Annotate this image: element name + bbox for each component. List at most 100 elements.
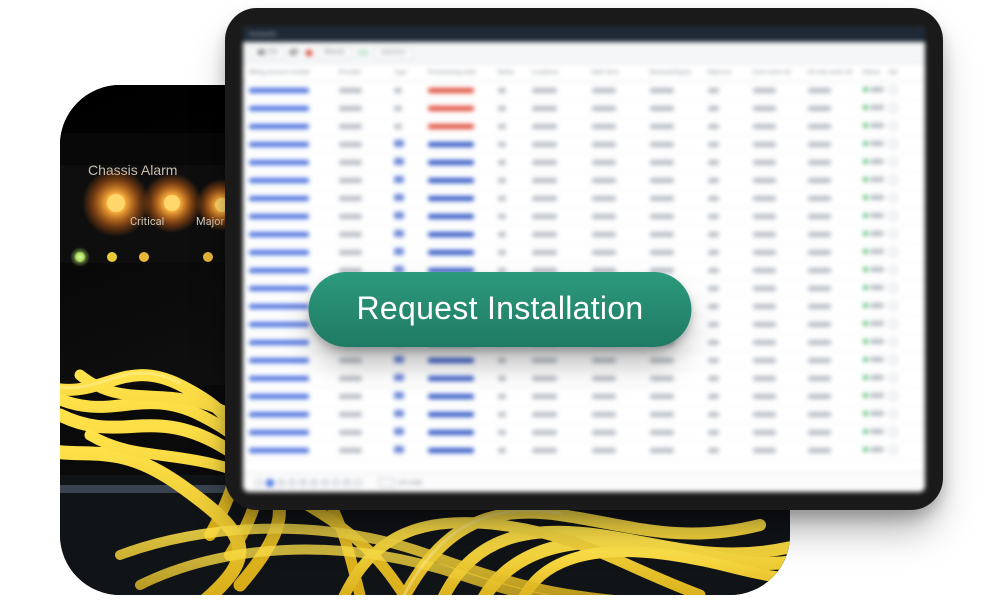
tag-icon: [394, 356, 404, 363]
table-row[interactable]: [243, 154, 925, 172]
tag-icon: [394, 410, 404, 417]
col-header[interactable]: Billing account number: [249, 69, 339, 76]
pagination: ‹ 12345678 › per page: [243, 472, 925, 492]
col-header[interactable]: Rate/mo: [708, 69, 753, 76]
tag-icon: [394, 392, 404, 399]
row-checkbox[interactable]: [889, 140, 897, 148]
row-checkbox[interactable]: [889, 284, 897, 292]
col-header[interactable]: Renewal/Expiry: [650, 69, 708, 76]
table-row[interactable]: [243, 82, 925, 100]
status-chip-green: [358, 49, 368, 56]
tag-icon: [394, 446, 404, 453]
app-menubar: Accounts: [243, 26, 925, 42]
row-checkbox[interactable]: [889, 212, 897, 220]
row-checkbox[interactable]: [889, 446, 897, 454]
toolbar-pill-b[interactable]: columns ×: [374, 47, 413, 59]
table-row[interactable]: [243, 226, 925, 244]
table-row[interactable]: [243, 172, 925, 190]
col-header[interactable]: Status: [863, 69, 889, 76]
tag-icon: [394, 230, 404, 237]
pagination-page[interactable]: 6: [321, 479, 329, 487]
status-dot-green: [863, 123, 868, 128]
row-checkbox[interactable]: [889, 320, 897, 328]
status-dot-green: [863, 357, 868, 362]
table-row[interactable]: [243, 406, 925, 424]
status-dot-green: [863, 267, 868, 272]
tag-icon: [394, 158, 404, 165]
table-header-row: Billing account number Provider Type Pro…: [243, 64, 925, 82]
col-header[interactable]: Notes: [498, 69, 532, 76]
pagination-page[interactable]: 7: [332, 479, 340, 487]
table-row[interactable]: [243, 244, 925, 262]
table-row[interactable]: [243, 388, 925, 406]
pagination-page[interactable]: 5: [310, 479, 318, 487]
col-header[interactable]: Start term: [592, 69, 650, 76]
row-checkbox[interactable]: [889, 230, 897, 238]
status-dot-green: [863, 447, 868, 452]
row-checkbox[interactable]: [889, 428, 897, 436]
status-dot-green: [863, 285, 868, 290]
status-dot-green: [863, 375, 868, 380]
row-checkbox[interactable]: [889, 158, 897, 166]
status-dot-green: [863, 429, 868, 434]
row-checkbox[interactable]: [889, 374, 897, 382]
tag-icon: [394, 428, 404, 435]
status-dot-green: [863, 177, 868, 182]
col-header[interactable]: Type: [394, 69, 428, 76]
close-icon[interactable]: ×: [342, 49, 346, 57]
request-installation-button[interactable]: Request Installation: [308, 272, 691, 347]
badge-count: 87: [290, 49, 298, 57]
pagination-page[interactable]: 4: [299, 479, 307, 487]
row-checkbox[interactable]: [889, 356, 897, 364]
row-checkbox[interactable]: [889, 194, 897, 202]
status-dot-green: [863, 339, 868, 344]
table-row[interactable]: [243, 136, 925, 154]
col-header[interactable]: Sel: [889, 69, 905, 76]
pagination-page[interactable]: 2: [277, 479, 285, 487]
table-row[interactable]: [243, 424, 925, 442]
app-toolbar: 48 (00) 87 filtered × columns ×: [243, 42, 925, 64]
tag-icon: [394, 140, 404, 147]
col-header[interactable]: Locations: [532, 69, 592, 76]
row-checkbox[interactable]: [889, 176, 897, 184]
tag-icon: [394, 374, 404, 381]
col-header[interactable]: Cost cents US: [753, 69, 808, 76]
col-header[interactable]: Alt rate cents US: [808, 69, 863, 76]
row-checkbox[interactable]: [889, 302, 897, 310]
row-checkbox[interactable]: [889, 86, 897, 94]
row-checkbox[interactable]: [889, 122, 897, 130]
table-row[interactable]: [243, 370, 925, 388]
pagination-prev[interactable]: ‹: [255, 479, 263, 487]
status-dot-red: [306, 50, 312, 56]
col-header[interactable]: Provider: [339, 69, 394, 76]
pagination-next[interactable]: ›: [354, 479, 362, 487]
row-checkbox[interactable]: [889, 410, 897, 418]
status-dot-green: [863, 231, 868, 236]
tablet-device: Accounts 48 (00) 87 filtered × columns ×…: [225, 8, 943, 510]
table-row[interactable]: [243, 190, 925, 208]
row-checkbox[interactable]: [889, 392, 897, 400]
table-row[interactable]: [243, 352, 925, 370]
pagination-page[interactable]: 1: [266, 479, 274, 487]
row-checkbox[interactable]: [889, 266, 897, 274]
table-row[interactable]: [243, 208, 925, 226]
pagination-page[interactable]: 8: [343, 479, 351, 487]
per-page-select[interactable]: [379, 478, 395, 487]
row-checkbox[interactable]: [889, 248, 897, 256]
row-checkbox[interactable]: [889, 338, 897, 346]
toolbar-pill-a[interactable]: filtered ×: [318, 47, 352, 59]
per-page-control[interactable]: per page: [379, 478, 422, 487]
table-row[interactable]: [243, 442, 925, 460]
app-screen: Accounts 48 (00) 87 filtered × columns ×…: [243, 26, 925, 492]
tag-icon: [394, 194, 404, 201]
col-header[interactable]: Provisioning state: [428, 69, 498, 76]
status-dot-green: [863, 393, 868, 398]
table-row[interactable]: [243, 100, 925, 118]
table-row[interactable]: [243, 118, 925, 136]
tag-icon: [394, 212, 404, 219]
status-dot-green: [863, 195, 868, 200]
row-checkbox[interactable]: [889, 104, 897, 112]
selected-count-pill[interactable]: 48 (00): [251, 47, 284, 59]
close-icon[interactable]: ×: [403, 49, 407, 57]
pagination-page[interactable]: 3: [288, 479, 296, 487]
